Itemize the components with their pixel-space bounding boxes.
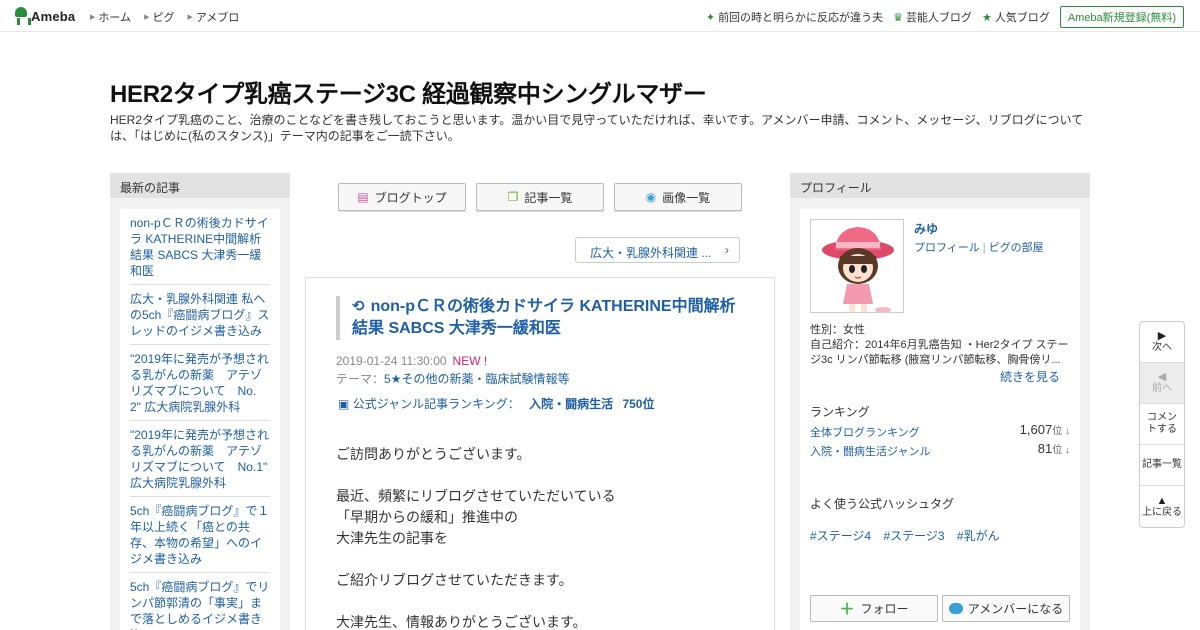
hashtag-link[interactable]: #乳がん [957,529,1000,543]
side-navigation: ▶ 次へ ◀ 前へ コメントする 記事一覧 ▲ 上に戻る [1139,321,1185,528]
hashtag-list: #ステージ4 #ステージ3 #乳がん [810,527,1009,544]
image-list-button[interactable]: ◉ 画像一覧 [614,183,742,211]
article-list-button[interactable]: ❐ 記事一覧 [476,183,604,211]
blog-title[interactable]: HER2タイプ乳癌ステージ3C 経過観察中シングルマザー [110,74,707,109]
article-ranking[interactable]: ▣ 公式ジャンル記事ランキング： 入院・闘病生活 750位 [338,395,654,412]
article-body: ご訪問ありがとうございます。 最近、頻繁にリブログさせていただいている 「早期か… [336,446,616,630]
back-to-top-button[interactable]: ▲ 上に戻る [1140,486,1184,527]
nav-ameblo[interactable]: ▶ アメブロ [187,9,239,25]
ranking-label-link[interactable]: 全体ブログランキング [810,427,920,439]
comment-button[interactable]: コメントする [1140,404,1184,445]
plus-icon: ＋ [839,601,855,618]
amember-button[interactable]: アメンバーになる [942,595,1070,622]
article-meta: 2019-01-24 11:30:00 NEW ! [336,354,487,368]
article-list-side-button[interactable]: 記事一覧 [1140,445,1184,486]
recent-article-link[interactable]: 広大・乳腺外科関連 私への5ch『癌闘病ブログ』スレッドのイジメ書き込み [130,285,270,345]
nav-pigg[interactable]: ▶ ピグ [144,9,174,25]
register-button[interactable]: Ameba新規登録(無料) [1059,6,1184,28]
new-badge: NEW ! [452,354,488,368]
prev-article-button[interactable]: ◀ 前へ [1140,363,1184,404]
ameba-logo-icon [14,7,31,25]
blog-description: HER2タイプ乳癌のこと、治療のことなどを書き残しておこうと思います。温かい目で… [110,113,1084,143]
recent-article-link[interactable]: "2019年に発売が予想される乳がんの新薬 アテゾリズマブについて No. 2"… [130,345,270,421]
chevron-right-icon: › [725,243,729,257]
play-left-icon: ◀ [1157,371,1167,383]
profile-name[interactable]: みゆ [914,220,938,237]
recent-article-link[interactable]: non-pＣＲの術後カドサイラ KATHERINE中間解析結果 SABCS 大津… [130,209,270,285]
document-icon: ▤ [357,190,369,204]
article-theme-link[interactable]: 5★その他の新薬・臨床試験情報等 [384,372,569,386]
recent-articles-heading: 最新の記事 [110,173,290,198]
hashtag-heading: よく使う公式ハッシュタグ [810,497,955,511]
next-article-button[interactable]: ▶ 次へ [1140,322,1184,363]
profile-panel: プロフィール みゆ プロフィール | ピグの部屋 性別：女性 自己紹介：2014… [790,173,1090,630]
trending-link[interactable]: ✦ 前回の時と明らかに反応が違う夫 [706,9,883,25]
global-nav: ▶ ホーム ▶ ピグ ▶ アメブロ [90,9,252,25]
profile-gender: 性別：女性 [810,324,865,336]
chevron-right-icon: ▶ [144,14,150,21]
reblog-icon: ⟲ [352,298,365,315]
ameba-logo[interactable]: Ameba [14,7,75,25]
avatar-illustration [822,227,894,312]
profile-link[interactable]: プロフィール [914,242,980,254]
blog-tool-buttons: ▤ ブログトップ ❐ 記事一覧 ◉ 画像一覧 [338,183,752,211]
avatar[interactable] [810,219,904,313]
chevron-right-icon: ▶ [187,14,193,21]
ranking-icon: ▣ [338,397,350,411]
profile-links: プロフィール | ピグの部屋 [914,242,1044,254]
article-card: ⟲ non-pＣＲの術後カドサイラ KATHERINE中間解析結果 SABCS 大… [305,277,775,630]
article-theme: テーマ：5★その他の新薬・臨床試験情報等 [336,372,570,386]
profile-intro: 自己紹介：2014年6月乳癌告知 ・Her2タイプ ステージ3c リンパ節転移 … [810,339,1069,366]
star-icon: ★ [981,11,992,24]
celebrity-blog-link[interactable]: ♛ 芸能人ブログ [893,9,972,25]
nav-home[interactable]: ▶ ホーム [90,9,131,25]
recent-article-link[interactable]: 5ch『癌闘病ブログ』でリンパ節郭清の「事実」まで落としめるイジメ書き込み [130,573,270,630]
ranking-label-link[interactable]: 入院・闘病生活ジャンル [810,446,930,458]
camera-icon: ◉ [645,190,657,204]
ranking-row-genre: 入院・闘病生活ジャンル 81位 ↓ [810,441,1070,458]
recent-articles-list: non-pＣＲの術後カドサイラ KATHERINE中間解析結果 SABCS 大津… [120,209,280,630]
profile-heading: プロフィール [790,173,1090,198]
follow-button[interactable]: ＋フォロー [810,595,938,622]
chat-icon [948,603,963,614]
ranking-heading: ランキング [810,405,870,419]
hashtag-link[interactable]: #ステージ4 [810,529,871,543]
ranking-row-overall: 全体ブログランキング 1,607位 ↓ [810,422,1070,439]
profile-box: みゆ プロフィール | ピグの部屋 性別：女性 自己紹介：2014年6月乳癌告知 ・… [800,209,1080,630]
theme-nav-button[interactable]: 広大・乳腺外科関連 ... › [575,237,740,263]
pigg-room-link[interactable]: ピグの部屋 [989,242,1044,254]
profile-info: 性別：女性 自己紹介：2014年6月乳癌告知 ・Her2タイプ ステージ3c リ… [810,323,1072,368]
crown-icon: ♛ [893,11,903,24]
popular-blog-link[interactable]: ★ 人気ブログ [982,9,1050,25]
article-title[interactable]: ⟲ non-pＣＲの術後カドサイラ KATHERINE中間解析結果 SABCS 大… [336,296,736,340]
blog-top-button[interactable]: ▤ ブログトップ [338,183,466,211]
header-right-nav: ✦ 前回の時と明らかに反応が違う夫 ♛ 芸能人ブログ ★ 人気ブログ Ameba新規登… [706,6,1184,28]
recent-article-link[interactable]: "2019年に発売が予想される乳がんの新薬 アテゾリズマブについて No.1" … [130,421,270,497]
chevron-right-icon: ▶ [90,14,96,21]
global-header: Ameba ▶ ホーム ▶ ピグ ▶ アメブロ ✦ 前回の時と明らかに反応が違う夫 ♛ 芸… [0,0,1200,32]
read-more-link[interactable]: 続きを見る [1000,368,1060,385]
play-right-icon: ▶ [1157,330,1167,342]
sparkle-icon: ✦ [705,11,716,24]
triangle-up-icon: ▲ [1156,494,1168,507]
recent-article-link[interactable]: 5ch『癌闘病ブログ』で１年以上続く「癌との共存、本物の希望」へのイジメ書き込み [130,497,270,573]
article-date: 2019-01-24 11:30:00 [336,354,447,368]
copy-icon: ❐ [507,190,519,204]
recent-articles-panel: 最新の記事 non-pＣＲの術後カドサイラ KATHERINE中間解析結果 SA… [110,173,290,630]
hashtag-link[interactable]: #ステージ3 [883,529,944,543]
